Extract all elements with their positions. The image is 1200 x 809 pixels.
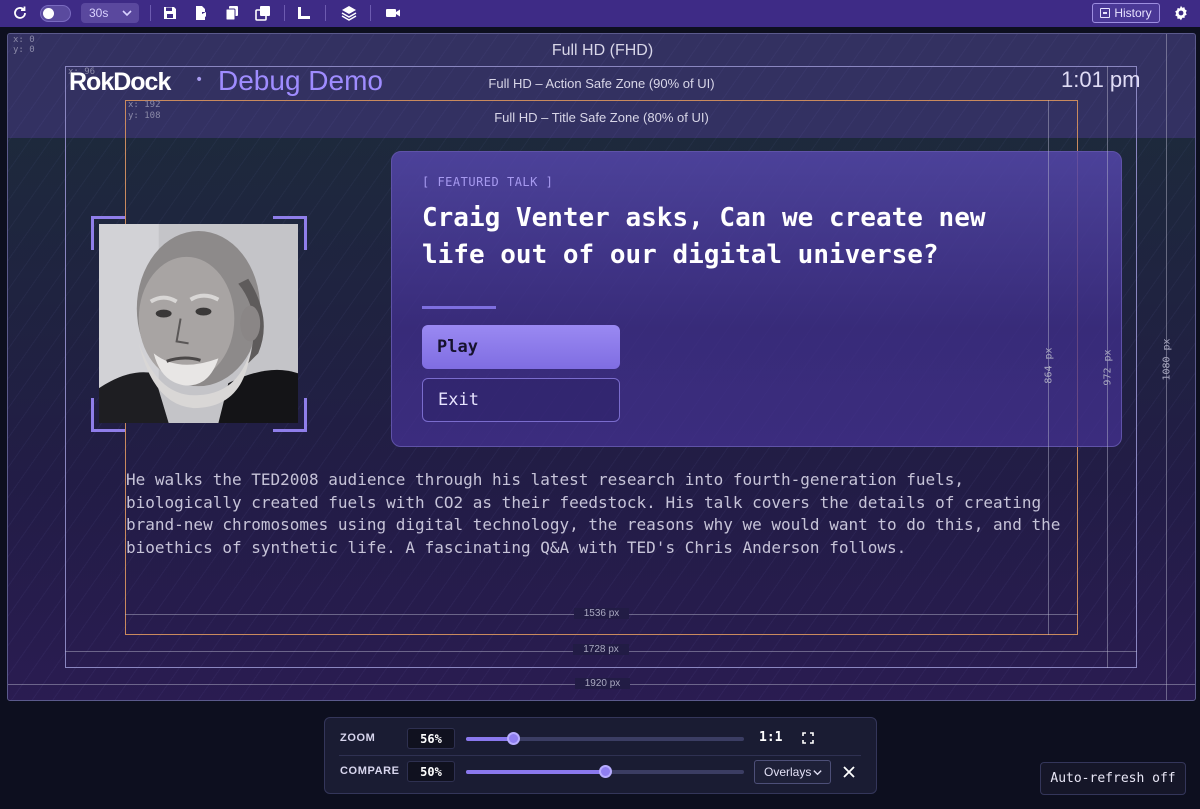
talk-description: He walks the TED2008 audience through hi… xyxy=(126,470,1061,557)
action-zone-title: Full HD – Action Safe Zone (90% of UI) xyxy=(488,76,715,91)
toolbar-divider xyxy=(325,5,326,21)
featured-card: [ FEATURED TALK ] Craig Venter asks, Can… xyxy=(391,151,1122,447)
actual-size-button[interactable]: 1:1 xyxy=(759,730,782,745)
panel-divider xyxy=(339,755,861,756)
action-width-label: 1728 px xyxy=(573,644,629,655)
speaker-portrait xyxy=(91,216,307,432)
duplicate-icon[interactable] xyxy=(254,4,272,22)
zoom-compare-panel: ZOOM 56% 1:1 COMPARE 50% Overlays xyxy=(324,717,877,794)
brand-separator: • xyxy=(195,72,204,88)
ruler-icon[interactable] xyxy=(295,4,313,22)
preview-stage: x: 0 y: 0 Full HD (FHD) x: 96 Full HD – … xyxy=(7,33,1196,701)
history-icon xyxy=(1100,8,1111,18)
copy-icon[interactable] xyxy=(223,4,241,22)
video-camera-icon[interactable] xyxy=(384,4,402,22)
chevron-down-icon xyxy=(122,10,132,17)
title-underline xyxy=(422,306,496,309)
zoom-value[interactable]: 56% xyxy=(407,728,455,749)
play-label: Play xyxy=(437,337,478,357)
title-width-label-wrap: 1536 px xyxy=(125,608,1078,619)
speaker-photo xyxy=(99,224,298,423)
fhd-width-label-wrap: 1920 px xyxy=(8,678,1195,689)
auto-refresh-button[interactable]: Auto-refresh off xyxy=(1040,762,1186,795)
exit-label: Exit xyxy=(438,390,479,410)
fit-screen-icon[interactable] xyxy=(802,732,814,744)
toolbar: 30s History xyxy=(0,0,1200,27)
zoom-slider-thumb[interactable] xyxy=(507,732,520,745)
compare-slider-thumb[interactable] xyxy=(599,765,612,778)
title-coord-x: x: 192 xyxy=(128,100,161,110)
close-icon[interactable] xyxy=(842,765,856,779)
toolbar-divider xyxy=(284,5,285,21)
play-button[interactable]: Play xyxy=(422,325,620,369)
title-width-label: 1536 px xyxy=(573,608,630,619)
clock: 1:01 pm xyxy=(1061,67,1141,92)
fhd-height-label: 1080 px xyxy=(1161,338,1173,381)
fhd-width-label: 1920 px xyxy=(574,678,631,689)
save-icon[interactable] xyxy=(161,4,179,22)
compare-slider[interactable] xyxy=(466,765,744,778)
compare-mode-value: Overlays xyxy=(764,765,812,779)
toolbar-divider xyxy=(150,5,151,21)
gear-icon[interactable] xyxy=(1172,4,1190,22)
history-label: History xyxy=(1114,6,1152,20)
compare-value[interactable]: 50% xyxy=(407,761,455,782)
interval-select[interactable]: 30s xyxy=(81,3,139,23)
speaker-photo-image xyxy=(99,224,298,423)
zoom-slider[interactable] xyxy=(466,732,744,745)
zoom-label: ZOOM xyxy=(340,732,376,744)
export-icon[interactable] xyxy=(192,4,210,22)
action-height-label: 972 px xyxy=(1102,349,1114,386)
interval-value: 30s xyxy=(89,6,109,20)
live-toggle[interactable] xyxy=(40,5,71,22)
layers-icon[interactable] xyxy=(340,4,358,22)
history-button[interactable]: History xyxy=(1092,3,1160,23)
compare-mode-select[interactable]: Overlays xyxy=(754,760,831,784)
brand-logo: RokDock xyxy=(69,68,171,96)
compare-label: COMPARE xyxy=(340,765,400,777)
chevron-down-icon xyxy=(813,770,822,776)
exit-button[interactable]: Exit xyxy=(422,378,620,422)
compare-slider-fill xyxy=(466,770,605,774)
toolbar-divider xyxy=(370,5,371,21)
featured-eyebrow: [ FEATURED TALK ] xyxy=(422,175,554,189)
zoom-slider-fill xyxy=(466,737,513,741)
title-zone-title: Full HD – Title Safe Zone (80% of UI) xyxy=(494,110,709,125)
brand-subtitle: Debug Demo xyxy=(218,65,383,96)
title-height-label: 864 px xyxy=(1043,347,1055,384)
featured-title: Craig Venter asks, Can we create new lif… xyxy=(422,203,986,270)
fhd-zone-title: Full HD (FHD) xyxy=(551,42,654,59)
action-width-label-wrap: 1728 px xyxy=(65,644,1137,655)
refresh-icon[interactable] xyxy=(11,4,29,22)
